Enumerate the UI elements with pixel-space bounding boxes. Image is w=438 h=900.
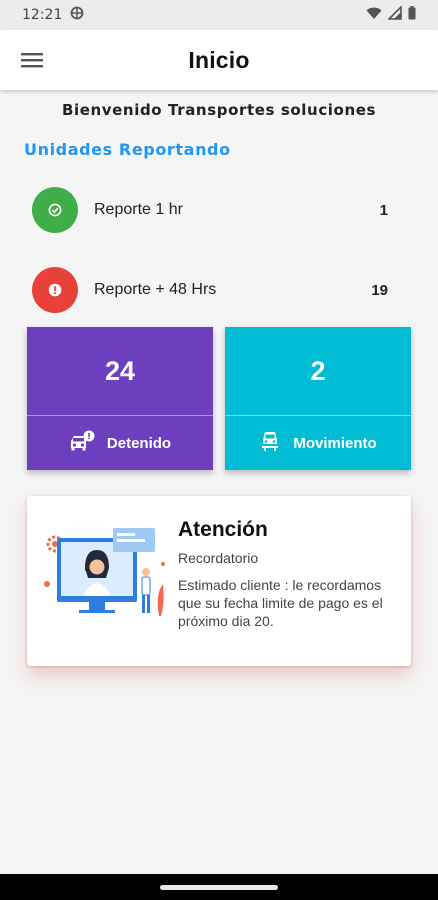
report-label: Reporte 1 hr [94, 201, 183, 218]
tile-movimiento[interactable]: 2 Movimiento [225, 327, 411, 470]
tile-footer: Movimiento [225, 416, 411, 470]
tile-value: 2 [310, 355, 326, 386]
support-agent-illustration [43, 524, 167, 624]
battery-icon [408, 6, 416, 24]
tile-label: Movimiento [293, 434, 377, 452]
notice-text: Atención Recordatorio Estimado cliente :… [178, 518, 398, 630]
page-title: Inicio [188, 46, 250, 73]
tile-footer: Detenido [27, 416, 213, 470]
home-gesture-handle[interactable] [160, 884, 278, 890]
report-row-1hr[interactable]: Reporte 1 hr 1 [24, 180, 414, 240]
report-row-48hrs[interactable]: Reporte + 48 Hrs 19 [24, 260, 414, 320]
status-bar: 12:21 [0, 0, 438, 30]
system-nav-bar [0, 874, 438, 900]
signal-icon [387, 5, 402, 24]
vpn-icon [70, 6, 84, 24]
status-left: 12:21 [22, 6, 84, 24]
tile-label: Detenido [106, 434, 172, 452]
app-bar: Inicio [0, 30, 438, 90]
check-circle-icon [32, 187, 78, 233]
tile-value: 24 [104, 355, 136, 386]
welcome-text: Bienvenido Transportes soluciones [61, 101, 377, 119]
tile-detenido[interactable]: 24 Detenido [27, 327, 213, 470]
notice-card[interactable]: Atención Recordatorio Estimado cliente :… [27, 496, 411, 666]
report-label: Reporte + 48 Hrs [94, 281, 217, 298]
alert-circle-icon [32, 267, 78, 313]
notice-title: Atención [178, 518, 268, 541]
report-count: 1 [379, 201, 388, 219]
car-alert-icon [69, 430, 95, 456]
status-right [366, 5, 416, 24]
notice-body: Estimado cliente : le recordamos que su … [178, 577, 383, 629]
train-car-icon [259, 430, 281, 456]
wifi-icon [366, 7, 382, 24]
notice-subtitle: Recordatorio [178, 550, 259, 566]
status-time: 12:21 [22, 7, 63, 23]
section-title: Unidades Reportando [24, 140, 231, 159]
report-count: 19 [371, 281, 388, 299]
menu-icon[interactable] [18, 46, 46, 74]
